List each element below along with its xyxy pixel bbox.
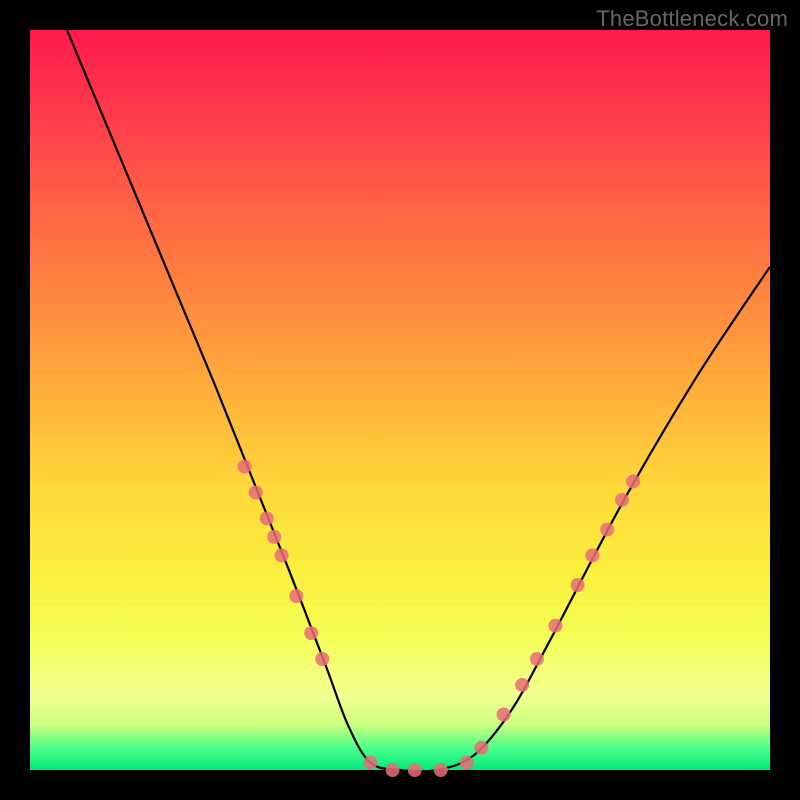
curve-dot [315,652,329,666]
curve-dot [497,708,511,722]
curve-dot [600,523,614,537]
curve-dot [571,578,585,592]
chart-frame: TheBottleneck.com [0,0,800,800]
curve-dot [615,493,629,507]
watermark-text: TheBottleneck.com [596,6,788,32]
curve-dot [260,511,274,525]
curve-dot [363,756,377,770]
curve-line [67,30,770,771]
curve-dot [548,619,562,633]
curve-dot [238,460,252,474]
curve-dot [289,589,303,603]
curve-dot [515,678,529,692]
curve-dot [434,763,448,777]
curve-dot [530,652,544,666]
curve-dots [238,460,640,777]
curve-dot [267,530,281,544]
curve-dot [304,626,318,640]
curve-dot [585,548,599,562]
curve-dot [249,486,263,500]
curve-dot [386,763,400,777]
curve-dot [408,763,422,777]
plot-area [30,30,770,770]
curve-svg [30,30,770,770]
curve-dot [460,756,474,770]
bottleneck-curve [67,30,770,771]
curve-dot [275,548,289,562]
curve-dot [626,474,640,488]
curve-dot [474,741,488,755]
